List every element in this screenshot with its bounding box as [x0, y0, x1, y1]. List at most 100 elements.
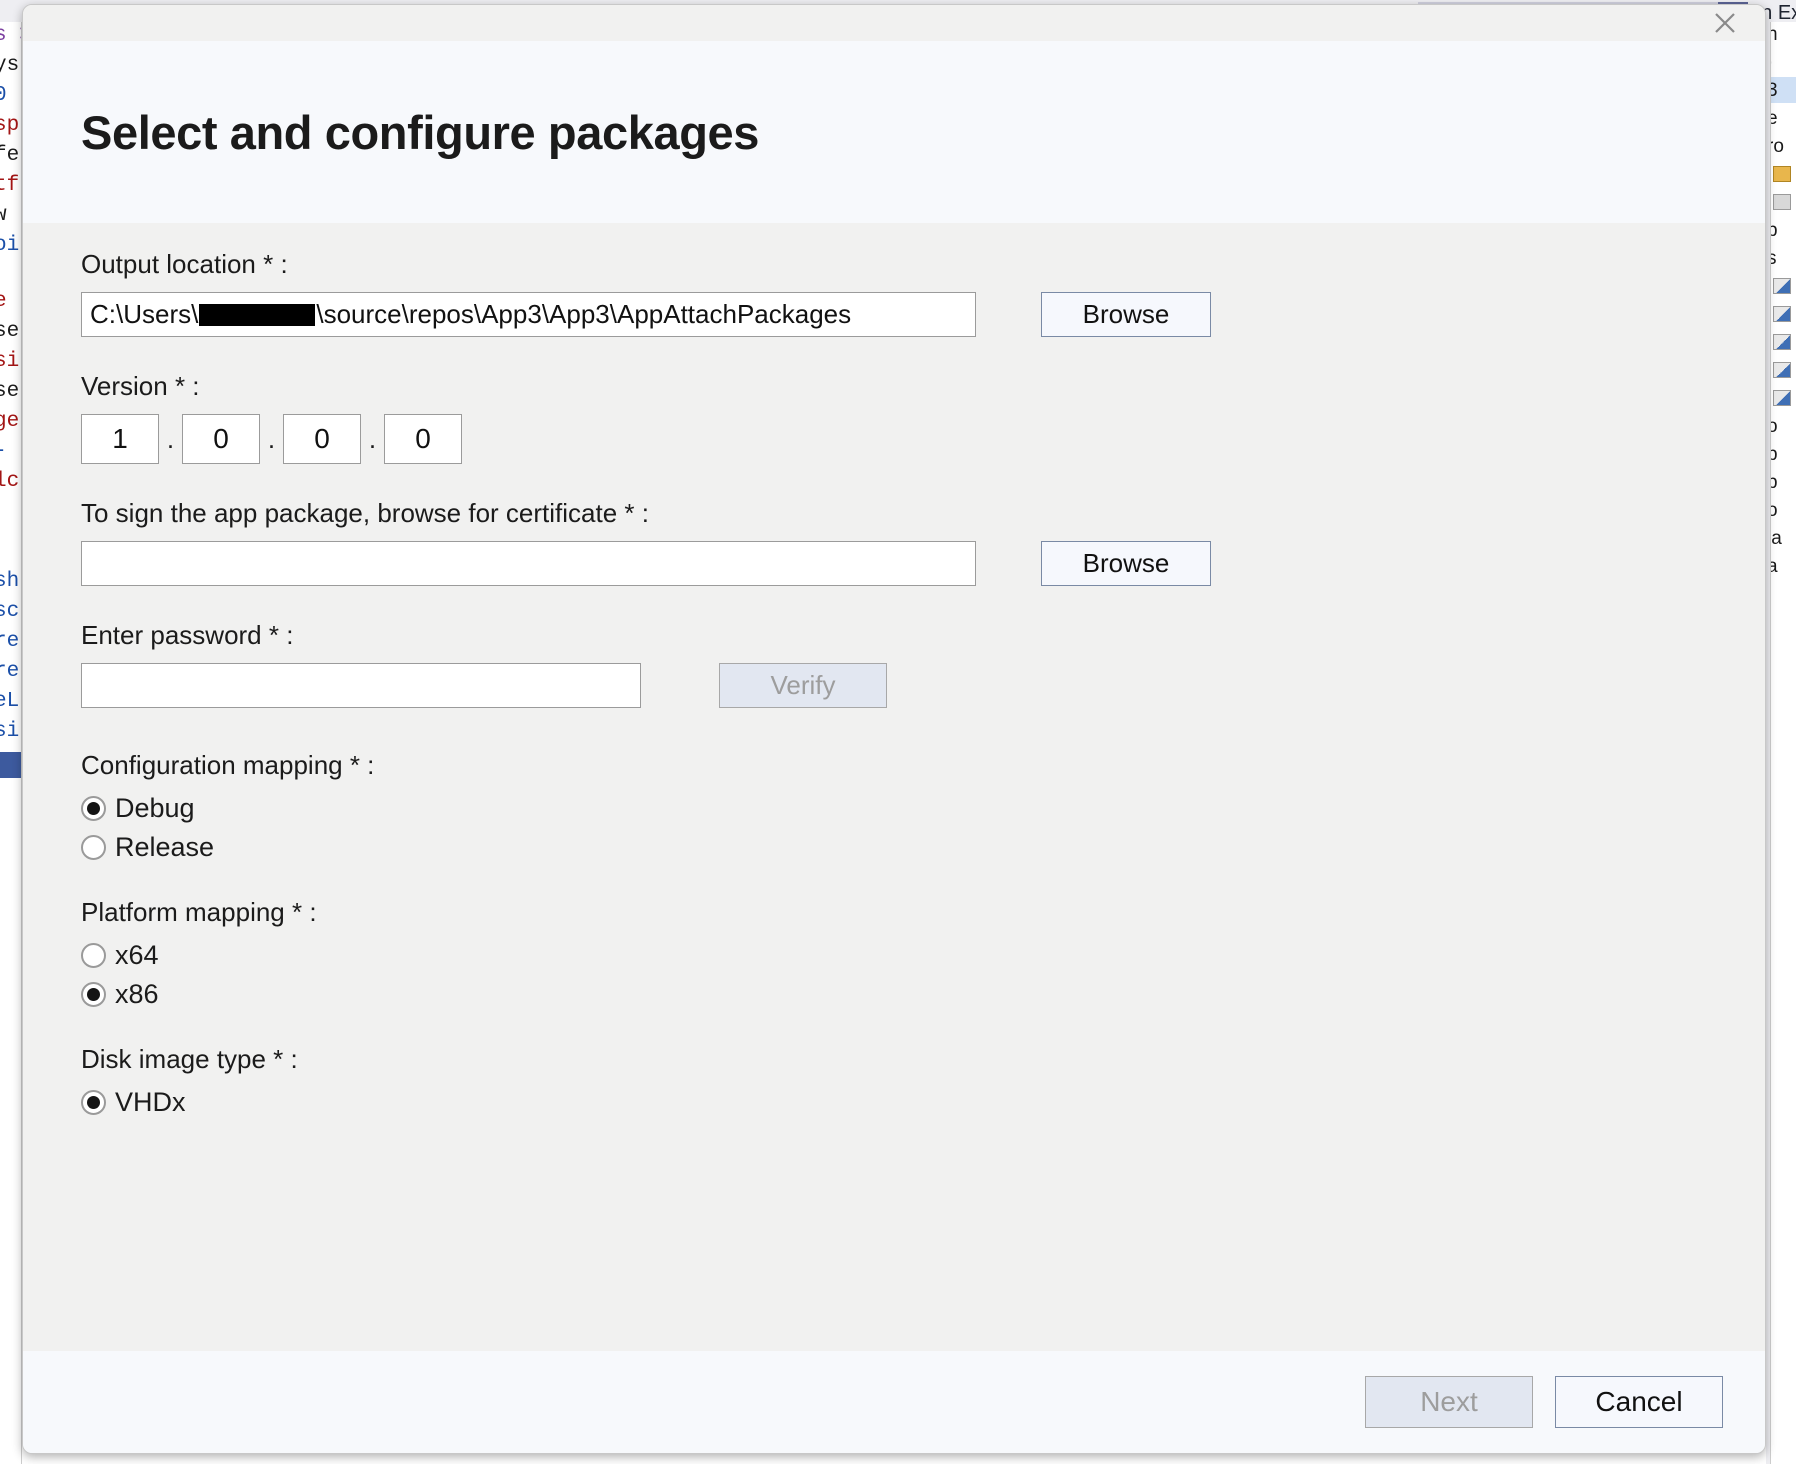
- platform-mapping-group: Platform mapping * : x64 x86: [81, 897, 1707, 1010]
- code-line: e: [0, 290, 7, 313]
- radio-config-debug-label: Debug: [115, 793, 195, 824]
- output-location-prefix: C:\Users\: [90, 299, 198, 330]
- explorer-item-icon: [1773, 390, 1791, 406]
- dialog-header: Select and configure packages: [23, 41, 1765, 223]
- redaction-bar: [199, 304, 315, 326]
- explorer-row: ro: [1770, 136, 1784, 158]
- version-separator-1: .: [159, 414, 182, 464]
- code-line: re: [0, 660, 19, 683]
- explorer-row: n: [1770, 24, 1778, 46]
- radio-indicator-icon: [81, 1090, 106, 1115]
- certificate-input[interactable]: [81, 541, 976, 586]
- output-location-input[interactable]: C:\Users\ \source\repos\App3\App3\AppAtta…: [81, 292, 976, 337]
- explorer-row: s: [1770, 248, 1777, 270]
- radio-platform-x64-label: x64: [115, 940, 159, 971]
- radio-indicator-icon: [81, 796, 106, 821]
- radio-disk-vhdx-label: VHDx: [115, 1087, 186, 1118]
- close-icon: [1710, 8, 1740, 38]
- select-and-configure-packages-dialog: Select and configure packages Output loc…: [22, 4, 1766, 1454]
- version-group: Version * : 1 . 0 . 0 . 0: [81, 371, 1707, 464]
- configuration-mapping-group: Configuration mapping * : Debug Release: [81, 750, 1707, 863]
- code-line: si: [0, 720, 19, 743]
- version-label: Version * :: [81, 371, 1707, 402]
- solution-explorer-strip: n·3eropsoppolaa: [1770, 22, 1796, 1464]
- code-line: se: [0, 380, 19, 403]
- code-line: se: [0, 320, 19, 343]
- explorer-row: p: [1770, 220, 1778, 242]
- version-separator-3: .: [361, 414, 384, 464]
- dialog-footer: Next Cancel: [23, 1351, 1765, 1453]
- radio-indicator-icon: [81, 943, 106, 968]
- disk-image-type-label: Disk image type * :: [81, 1044, 1707, 1075]
- code-line: ys: [0, 54, 19, 77]
- code-line: sp: [0, 114, 19, 137]
- password-group: Enter password * : Verify: [81, 620, 1707, 708]
- code-line: re: [0, 630, 19, 653]
- radio-config-debug[interactable]: Debug: [81, 793, 195, 824]
- password-input[interactable]: [81, 663, 641, 708]
- code-line: tf: [0, 174, 19, 197]
- explorer-row: p: [1770, 472, 1778, 494]
- explorer-row: 3: [1770, 80, 1778, 102]
- code-selection-highlight: [0, 752, 22, 778]
- version-build-input[interactable]: 0: [283, 414, 361, 464]
- platform-mapping-label: Platform mapping * :: [81, 897, 1707, 928]
- explorer-item-icon: [1773, 194, 1791, 210]
- verify-button[interactable]: Verify: [719, 663, 887, 708]
- explorer-item-icon: [1773, 334, 1791, 350]
- certificate-group: To sign the app package, browse for cert…: [81, 498, 1707, 586]
- explorer-row: o: [1770, 500, 1778, 522]
- explorer-item-icon: [1773, 306, 1791, 322]
- certificate-browse-button[interactable]: Browse: [1041, 541, 1211, 586]
- output-location-suffix: \source\repos\App3\App3\AppAttachPackage…: [316, 299, 851, 330]
- code-line: lc: [0, 470, 19, 493]
- code-line: fe: [0, 144, 19, 167]
- configuration-mapping-label: Configuration mapping * :: [81, 750, 1707, 781]
- code-line: w: [0, 204, 7, 227]
- radio-config-release[interactable]: Release: [81, 832, 214, 863]
- output-location-browse-button[interactable]: Browse: [1041, 292, 1211, 337]
- radio-platform-x64[interactable]: x64: [81, 940, 159, 971]
- password-row: Verify: [81, 663, 1707, 708]
- radio-platform-x86-label: x86: [115, 979, 159, 1010]
- version-major-input[interactable]: 1: [81, 414, 159, 464]
- code-line: ge: [0, 410, 19, 433]
- password-label: Enter password * :: [81, 620, 1707, 651]
- explorer-row: la: [1770, 528, 1782, 550]
- dialog-body: Output location * : C:\Users\ \source\rep…: [23, 223, 1765, 1351]
- explorer-row: a: [1770, 556, 1778, 578]
- explorer-row: ·: [1770, 52, 1773, 74]
- page-title: Select and configure packages: [81, 105, 759, 160]
- code-line: 0 .: [0, 84, 22, 107]
- radio-indicator-icon: [81, 835, 106, 860]
- code-line: eL: [0, 690, 19, 713]
- certificate-row: Browse: [81, 541, 1707, 586]
- output-location-label: Output location * :: [81, 249, 1707, 280]
- version-minor-input[interactable]: 0: [182, 414, 260, 464]
- code-line: si: [0, 350, 19, 373]
- explorer-row: p: [1770, 444, 1778, 466]
- explorer-row: e: [1770, 108, 1778, 130]
- radio-platform-x86[interactable]: x86: [81, 979, 159, 1010]
- radio-config-release-label: Release: [115, 832, 214, 863]
- radio-indicator-icon: [81, 982, 106, 1007]
- code-line: oi: [0, 234, 19, 257]
- version-separator-2: .: [260, 414, 283, 464]
- next-button[interactable]: Next: [1365, 1376, 1533, 1428]
- cancel-button[interactable]: Cancel: [1555, 1376, 1723, 1428]
- code-line: sh: [0, 570, 19, 593]
- code-line: s >: [0, 24, 22, 47]
- dialog-titlebar: [23, 5, 1765, 41]
- radio-disk-vhdx[interactable]: VHDx: [81, 1087, 186, 1118]
- version-revision-input[interactable]: 0: [384, 414, 462, 464]
- certificate-label: To sign the app package, browse for cert…: [81, 498, 1707, 529]
- code-editor-strip: s >ys0 .spfetfwoiesesisege-lcshscrereeLs…: [0, 22, 22, 1464]
- output-location-row: C:\Users\ \source\repos\App3\App3\AppAtta…: [81, 292, 1707, 337]
- disk-image-type-group: Disk image type * : VHDx: [81, 1044, 1707, 1118]
- code-line: sc: [0, 600, 19, 623]
- output-location-group: Output location * : C:\Users\ \source\rep…: [81, 249, 1707, 337]
- close-button[interactable]: [1697, 5, 1753, 41]
- version-row: 1 . 0 . 0 . 0: [81, 414, 1707, 464]
- explorer-item-icon: [1773, 166, 1791, 182]
- explorer-item-icon: [1773, 362, 1791, 378]
